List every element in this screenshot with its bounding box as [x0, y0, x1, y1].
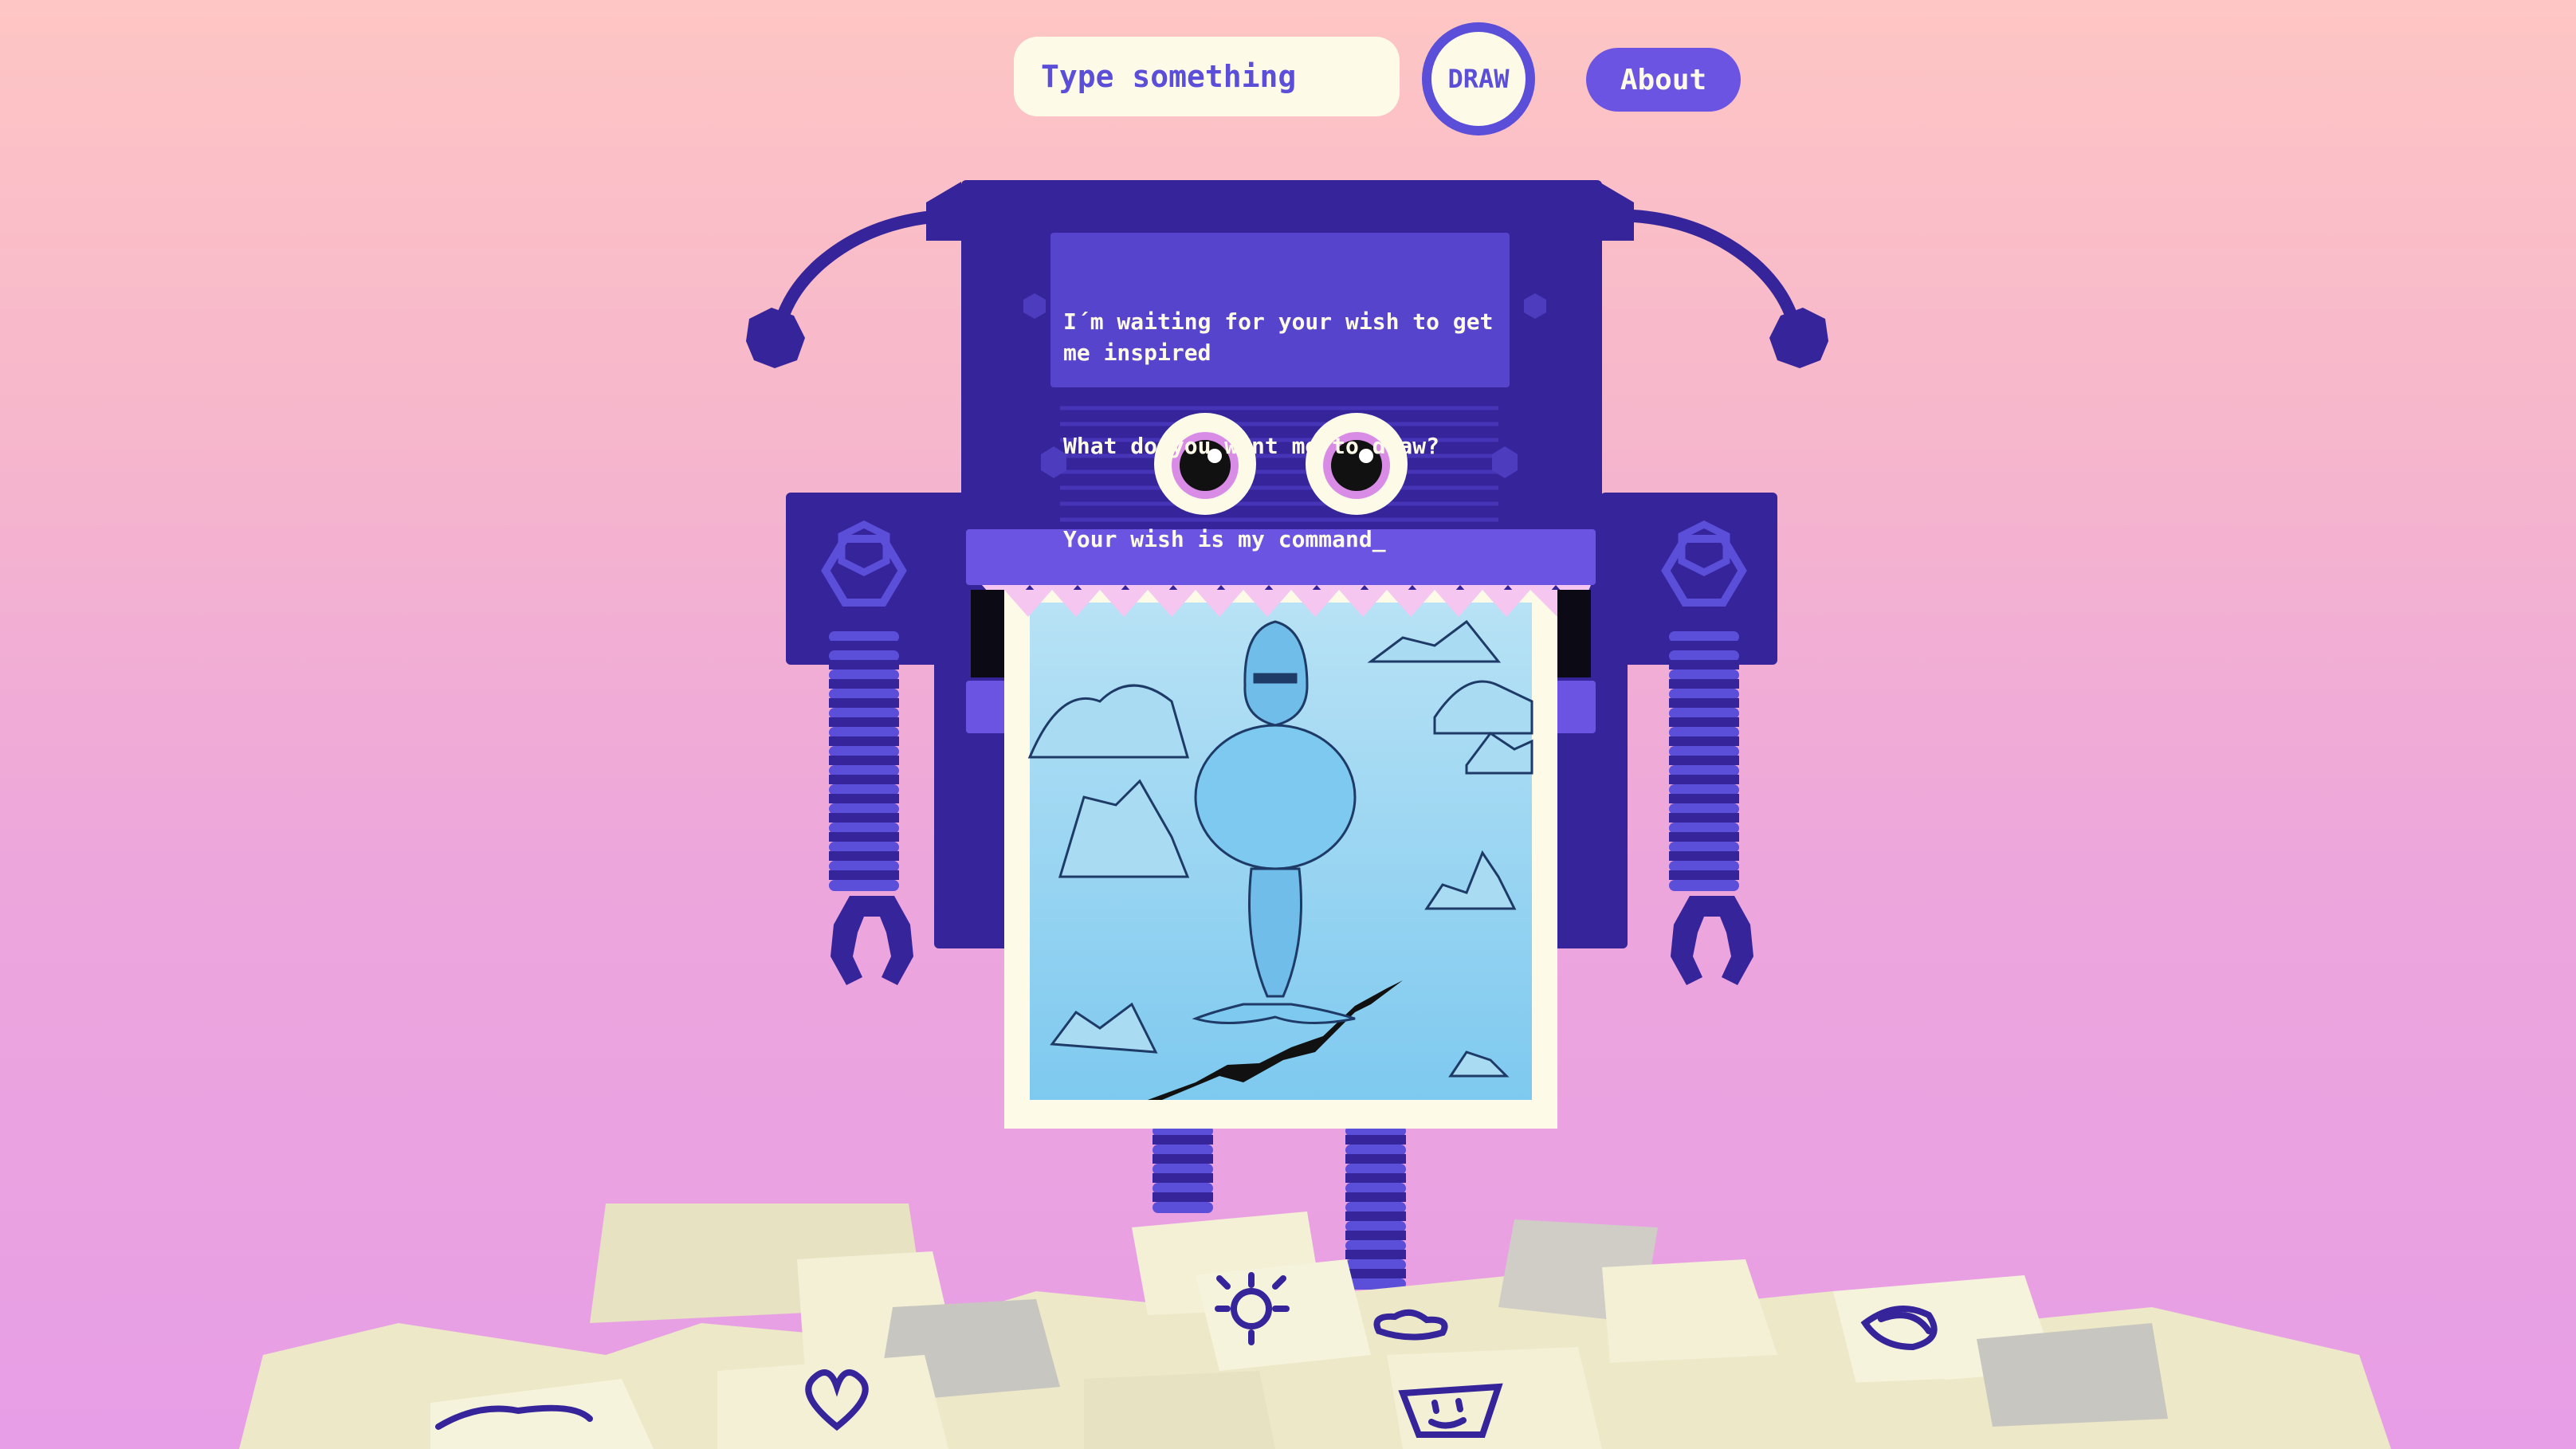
- robot-screen-message: I´m waiting for your wish to get me insp…: [1063, 244, 1518, 617]
- prompt-input[interactable]: [1014, 37, 1400, 116]
- about-button[interactable]: About: [1586, 48, 1741, 112]
- screen-line-1: I´m waiting for your wish to get me insp…: [1063, 308, 1507, 366]
- printed-drawing: [1004, 590, 1557, 1129]
- screen-line-2: What do you want me to draw?: [1063, 433, 1440, 459]
- robot-illustration: [239, 180, 2391, 1449]
- right-antenna: [1607, 209, 1828, 368]
- draw-button[interactable]: DRAW: [1422, 22, 1535, 135]
- app-stage: I´m waiting for your wish to get me insp…: [0, 0, 2576, 1449]
- paper-pile: [239, 1204, 2391, 1449]
- screen-line-3: Your wish is my command_: [1063, 526, 1386, 552]
